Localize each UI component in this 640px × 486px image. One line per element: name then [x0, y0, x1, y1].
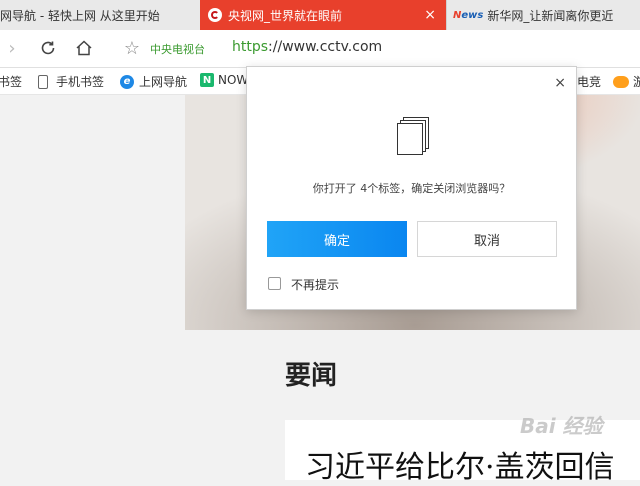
tab-close-icon[interactable]: ×: [424, 7, 436, 23]
tab-title: 新华网_让新闻离你更近: [487, 8, 614, 23]
now-icon: N: [200, 73, 214, 87]
home-icon[interactable]: [74, 38, 94, 58]
bookmark-navigation[interactable]: e 上网导航: [120, 73, 187, 90]
bookmark-game[interactable]: 游: [613, 73, 640, 90]
cancel-button[interactable]: 取消: [417, 221, 557, 257]
tab-hao-navigation[interactable]: 网导航 - 轻快上网 从这里开始: [0, 0, 200, 30]
ie-icon: e: [120, 74, 134, 89]
forward-icon[interactable]: ›: [2, 38, 22, 59]
section-title: 要闻: [285, 361, 338, 391]
favorite-star-icon[interactable]: ☆: [122, 38, 142, 59]
reload-icon[interactable]: [38, 38, 58, 58]
dialog-close-icon[interactable]: ×: [554, 75, 566, 91]
dialog-message: 你打开了 4个标签，确定关闭浏览器吗？: [312, 182, 511, 195]
site-name-label: 中央电视台: [150, 43, 205, 56]
cctv-logo-icon: [208, 8, 222, 22]
tab-bar: 网导航 - 轻快上网 从这里开始 央视网_世界就在眼前 × News 新华网_让…: [0, 0, 640, 30]
headline-link[interactable]: 习近平给比尔·盖茨回信: [305, 442, 615, 486]
gamepad-icon: [613, 75, 629, 88]
tab-title: 央视网_世界就在眼前: [228, 8, 343, 23]
dont-remind-label[interactable]: 不再提示: [291, 276, 339, 293]
watermark: Bai 经验: [520, 414, 603, 438]
address-bar: › ☆ 中央电视台 https://www.cctv.com: [0, 30, 640, 68]
confirm-button[interactable]: 确定: [267, 221, 407, 257]
tab-xinhua[interactable]: News 新华网_让新闻离你更近: [446, 0, 640, 30]
tabs-stack-icon: [395, 117, 431, 159]
tab-title: 网导航 - 轻快上网 从这里开始: [0, 8, 160, 23]
close-browser-dialog: × 你打开了 4个标签，确定关闭浏览器吗？ 确定 取消 不再提示: [246, 66, 577, 310]
phone-icon: [38, 74, 48, 89]
bookmark-item[interactable]: 书签: [0, 73, 22, 90]
bookmark-now[interactable]: N NOW: [200, 73, 248, 87]
news-logo-icon: News: [453, 9, 484, 21]
bookmark-mobile[interactable]: 手机书签: [38, 73, 104, 90]
url-input[interactable]: https://www.cctv.com: [232, 39, 382, 55]
bookmark-esports[interactable]: 电竞: [577, 73, 601, 90]
dont-remind-checkbox[interactable]: [268, 277, 281, 290]
tab-cctv-active[interactable]: 央视网_世界就在眼前 ×: [200, 0, 446, 30]
